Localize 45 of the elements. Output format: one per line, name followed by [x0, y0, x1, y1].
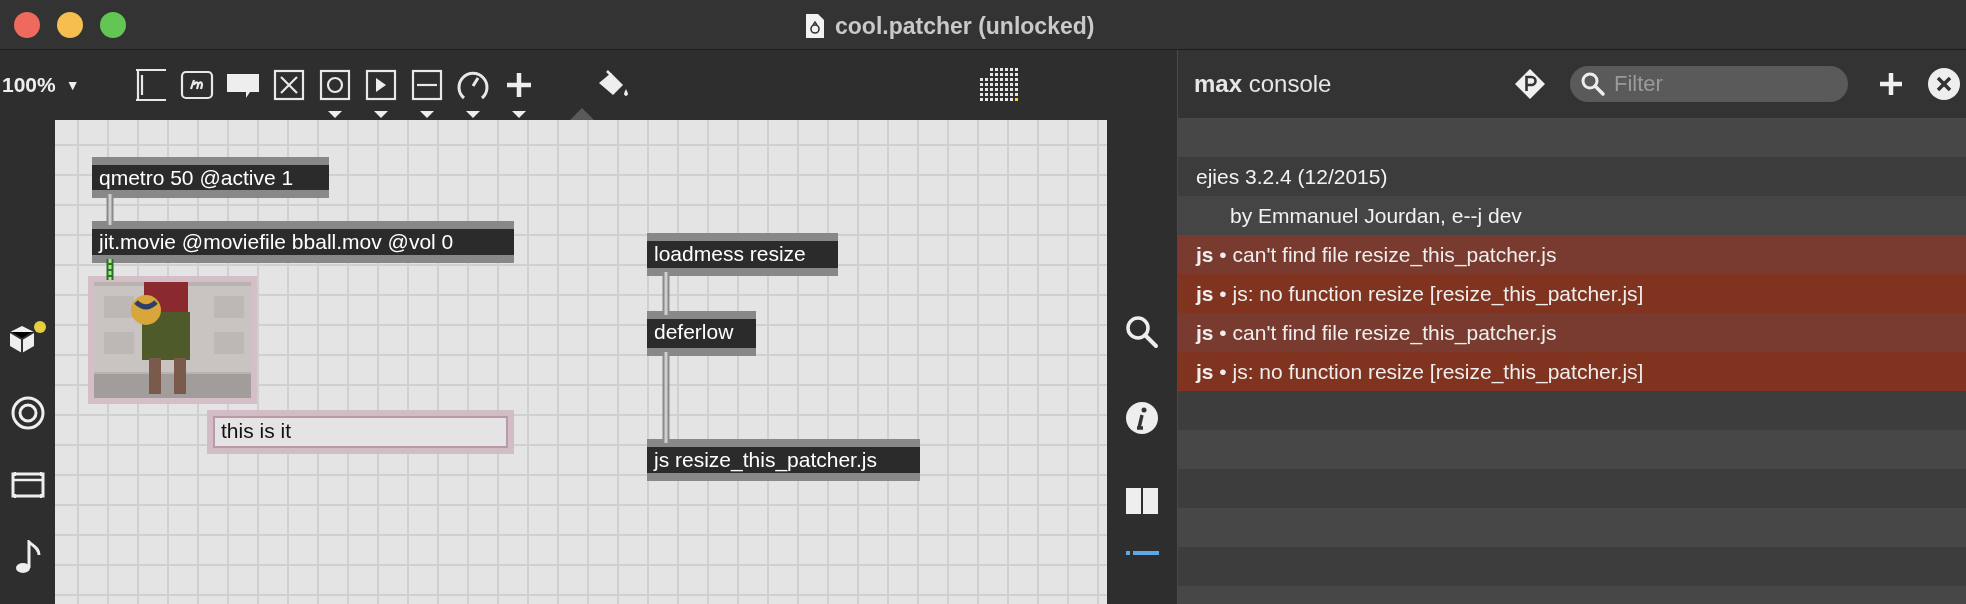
object-box: loadmess resize: [647, 233, 838, 276]
dropdown-caret-icon[interactable]: [374, 111, 388, 118]
object-box: js resize_this_patcher.js: [647, 439, 920, 481]
add-icon[interactable]: [1878, 71, 1904, 97]
console-message: js • js: no function resize [resize_this_patcher.js]: [1196, 280, 1644, 308]
columns-icon[interactable]: [1125, 487, 1159, 515]
filter-field[interactable]: Filter: [1570, 66, 1848, 102]
console-message: js • js: no function resize [resize_this_patcher.js]: [1196, 358, 1644, 386]
panel-notch-icon: [570, 108, 594, 120]
diamond-p-icon[interactable]: [1514, 68, 1546, 100]
console-message: js • can't find file resize_this_patcher.js: [1196, 319, 1557, 347]
dropdown-caret-icon[interactable]: [328, 111, 342, 118]
close-icon[interactable]: [1928, 68, 1960, 100]
grid-icon[interactable]: [979, 67, 1019, 103]
zoom-button[interactable]: [100, 11, 126, 38]
zoom-level[interactable]: 100%: [2, 69, 56, 101]
dropdown-caret-icon[interactable]: [512, 111, 526, 118]
console-message: by Emmanuel Jourdan, e--j dev: [1230, 202, 1522, 229]
object-box: deferlow: [647, 311, 756, 356]
cube-icon[interactable]: [7, 320, 48, 356]
dropdown-caret-icon[interactable]: [420, 111, 434, 118]
object-box: qmetro 50 @active 1: [92, 157, 329, 198]
search-icon: [1580, 71, 1606, 97]
search-icon[interactable]: [1125, 315, 1159, 349]
console-title: max console: [1194, 69, 1333, 99]
dropdown-caret-icon[interactable]: [466, 111, 480, 118]
console-message: ejies 3.2.4 (12/2015): [1196, 163, 1388, 190]
play-icon[interactable]: [363, 67, 399, 103]
console-message: js • can't find file resize_this_patcher.js: [1196, 241, 1557, 269]
slider-icon[interactable]: [409, 67, 445, 103]
target-icon[interactable]: [10, 396, 45, 430]
info-icon[interactable]: [1125, 401, 1159, 435]
window-title: cool.patcher (unlocked): [835, 12, 1095, 41]
music-note-icon[interactable]: [14, 540, 41, 574]
film-icon[interactable]: [10, 470, 45, 500]
object-box: jit.movie @moviefile bball.mov @vol 0: [92, 221, 514, 263]
list-icon[interactable]: [1125, 549, 1159, 557]
document-icon: [805, 13, 825, 40]
close-button[interactable]: [14, 11, 40, 38]
patcher-icon[interactable]: [133, 67, 169, 103]
caret-icon[interactable]: ▼: [65, 74, 80, 96]
toggle-icon[interactable]: [271, 67, 307, 103]
button-icon[interactable]: [317, 67, 353, 103]
minimize-button[interactable]: [57, 11, 83, 38]
comment: this is it: [207, 410, 514, 454]
